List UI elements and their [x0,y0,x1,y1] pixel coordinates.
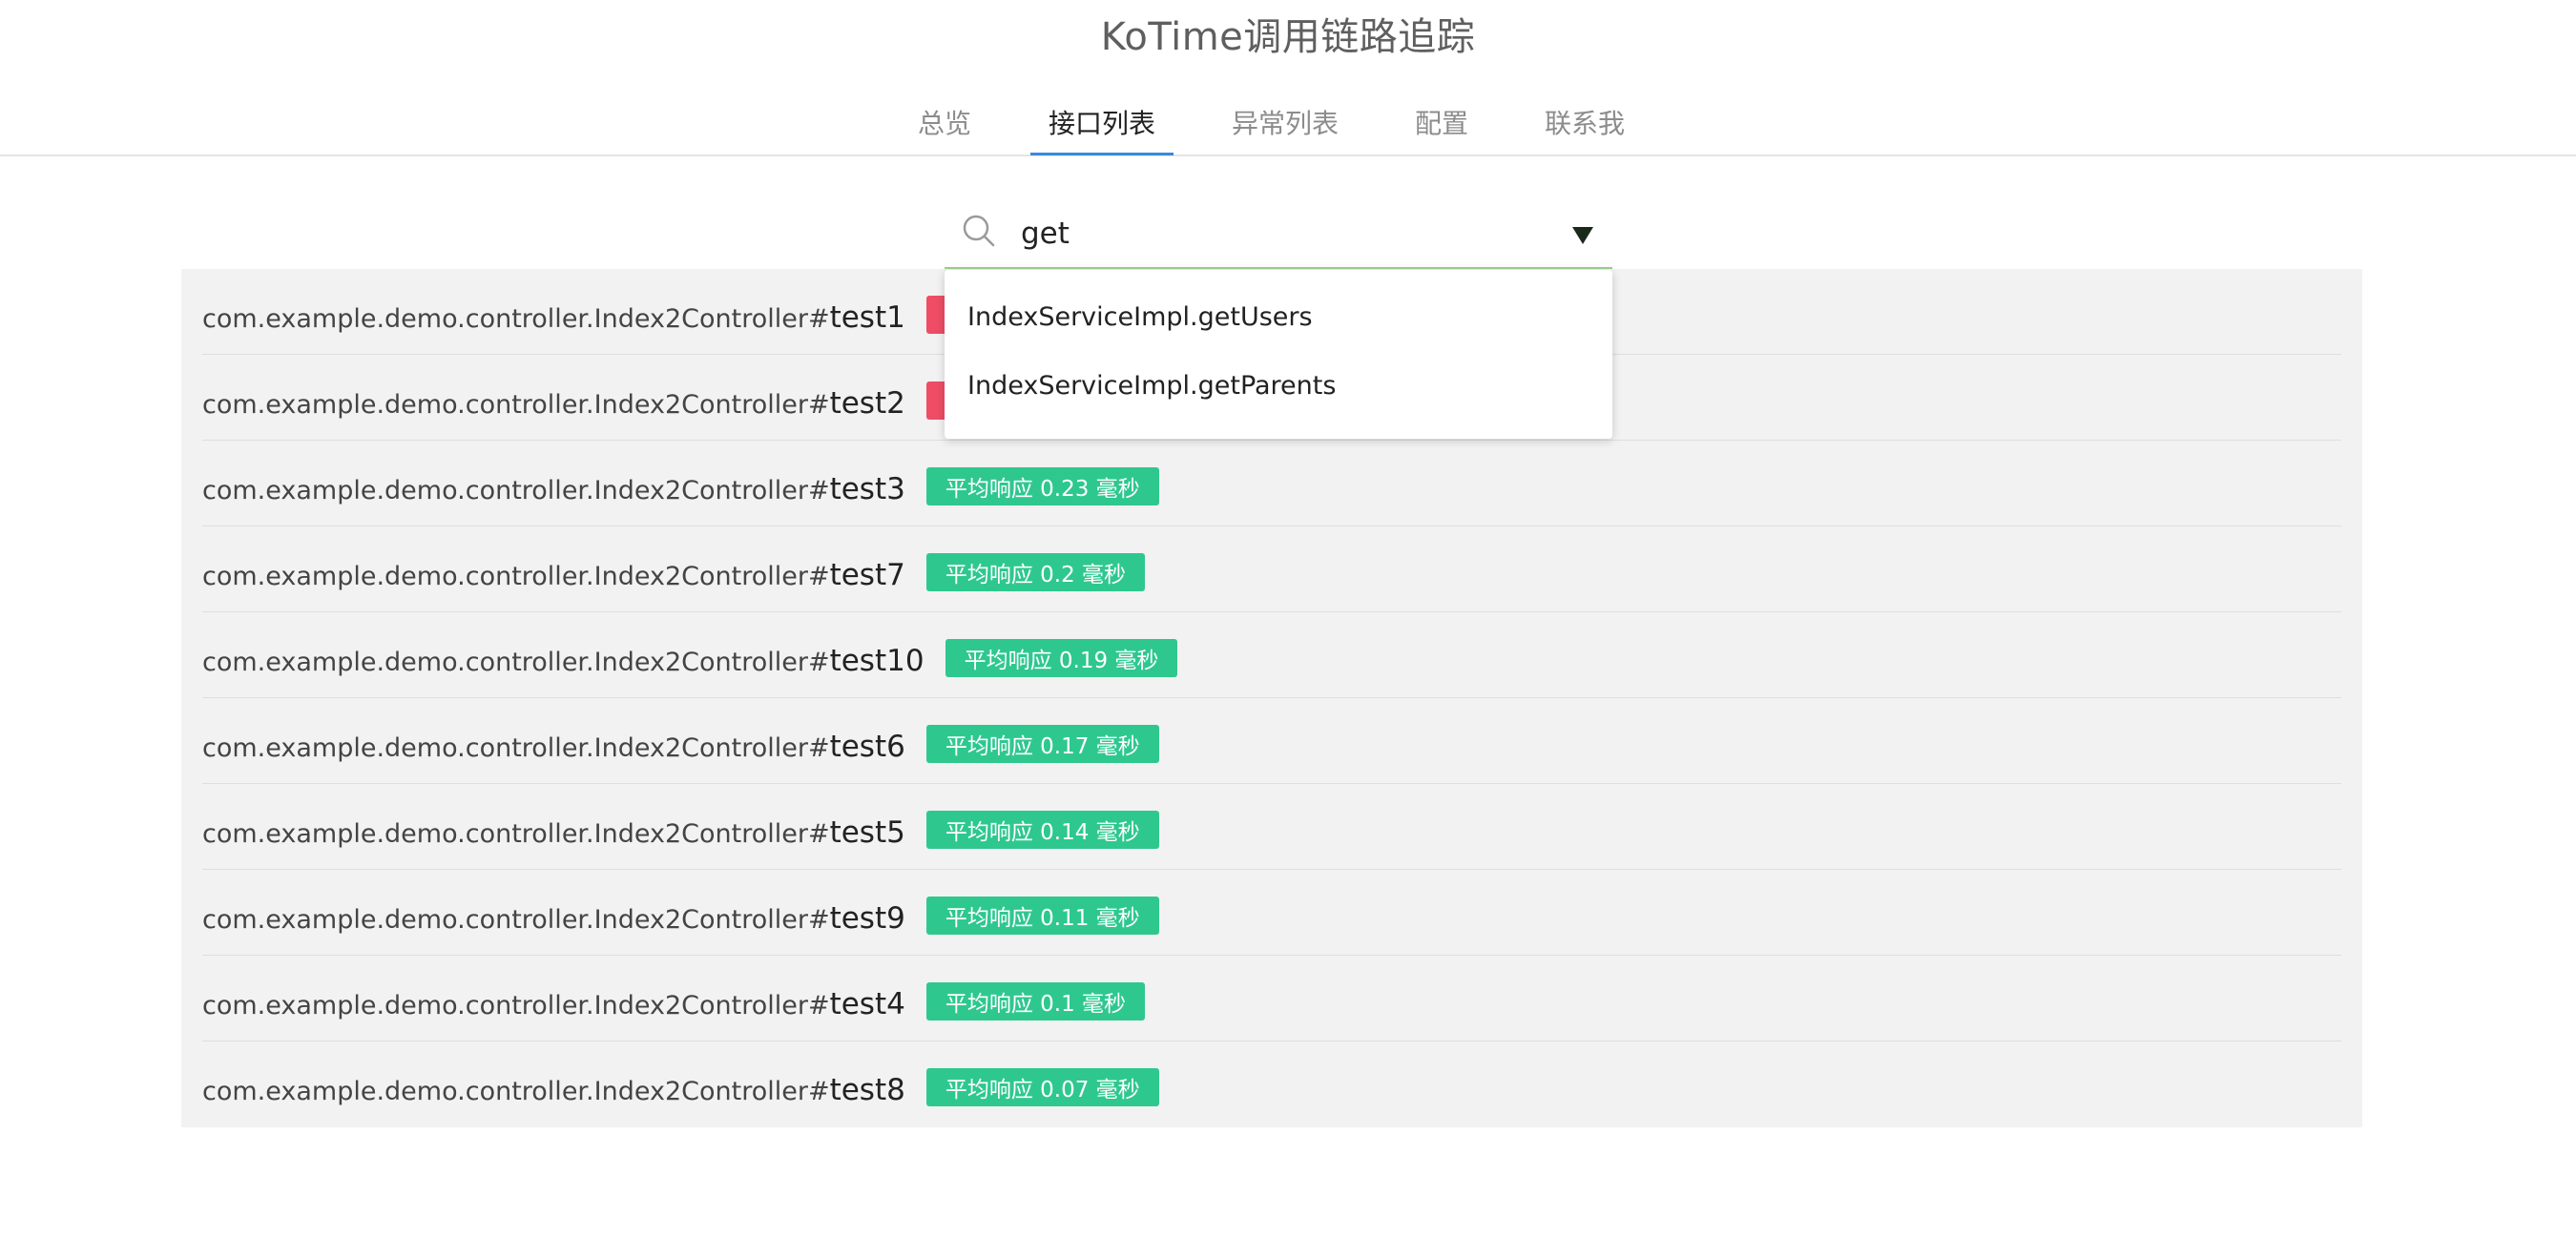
app-title: KoTime调用链路追踪 [1100,15,1476,59]
suggestion-item[interactable]: IndexServiceImpl.getParents [967,371,1336,401]
api-row[interactable]: com.example.demo.controller.Index2Contro… [202,441,2341,526]
api-class-path: com.example.demo.controller.Index2Contro… [202,390,830,420]
api-row[interactable]: com.example.demo.controller.Index2Contro… [202,784,2341,870]
search-icon [963,215,995,247]
api-row[interactable]: com.example.demo.controller.Index2Contro… [202,1041,2341,1126]
api-method-name: test4 [829,987,905,1021]
api-row-text: com.example.demo.controller.Index2Contro… [202,1068,1159,1107]
tab-exception-list[interactable]: 异常列表 [1231,105,1340,153]
api-class-path: com.example.demo.controller.Index2Contro… [202,733,830,763]
api-row-text: com.example.demo.controller.Index2Contro… [202,296,1052,335]
avg-response-badge: 平均响应 0.1 毫秒 [925,982,1146,1021]
tab-contact[interactable]: 联系我 [1544,105,1626,153]
api-class-path: com.example.demo.controller.Index2Contro… [202,476,830,505]
api-class-path: com.example.demo.controller.Index2Contro… [202,905,830,935]
api-class-path: com.example.demo.controller.Index2Contro… [202,648,830,677]
api-method-name: test1 [829,300,905,335]
api-method-name: test6 [829,730,905,764]
api-row-text: com.example.demo.controller.Index2Contro… [202,639,1178,678]
api-method-name: test9 [829,901,905,936]
tab-overview[interactable]: 总览 [918,105,971,153]
avg-response-badge: 平均响应 0.07 毫秒 [925,1068,1159,1106]
api-class-path: com.example.demo.controller.Index2Contro… [202,562,830,591]
api-row-text: com.example.demo.controller.Index2Contro… [202,553,1146,592]
avg-response-badge: 平均响应 0.14 毫秒 [925,811,1159,849]
api-row[interactable]: com.example.demo.controller.Index2Contro… [202,612,2341,698]
api-class-path: com.example.demo.controller.Index2Contro… [202,819,830,849]
api-method-name: test3 [829,472,905,506]
avg-response-badge: 平均响应 0.2 毫秒 [925,553,1146,591]
api-method-name: test2 [829,386,905,421]
suggestion-item[interactable]: IndexServiceImpl.getUsers [967,302,1313,332]
api-row-text: com.example.demo.controller.Index2Contro… [202,467,1159,506]
api-row[interactable]: com.example.demo.controller.Index2Contro… [202,870,2341,956]
api-method-name: test8 [829,1073,905,1107]
kotime-page: KoTime调用链路追踪 总览 接口列表 异常列表 配置 联系我 com.exa… [0,0,2576,1237]
api-method-name: test5 [829,815,905,850]
search-suggestions-dropdown: IndexServiceImpl.getUsers IndexServiceIm… [945,270,1612,439]
tab-config[interactable]: 配置 [1414,105,1469,153]
api-row[interactable]: com.example.demo.controller.Index2Contro… [202,956,2341,1041]
api-row-text: com.example.demo.controller.Index2Contro… [202,982,1146,1021]
api-row-text: com.example.demo.controller.Index2Contro… [202,381,1052,421]
avg-response-badge: 平均响应 0.11 毫秒 [925,897,1159,935]
api-class-path: com.example.demo.controller.Index2Contro… [202,991,830,1021]
tab-api-list[interactable]: 接口列表 [1030,105,1174,155]
api-class-path: com.example.demo.controller.Index2Contro… [202,1077,830,1106]
tab-bar: 总览 接口列表 异常列表 配置 联系我 [0,88,2576,156]
api-row-text: com.example.demo.controller.Index2Contro… [202,811,1159,850]
avg-response-badge: 平均响应 0.17 毫秒 [925,725,1159,763]
api-class-path: com.example.demo.controller.Index2Contro… [202,304,830,334]
api-row-text: com.example.demo.controller.Index2Contro… [202,725,1159,764]
avg-response-badge: 平均响应 0.23 毫秒 [925,467,1159,505]
api-row[interactable]: com.example.demo.controller.Index2Contro… [202,698,2341,784]
api-method-name: test7 [829,558,905,592]
api-row[interactable]: com.example.demo.controller.Index2Contro… [202,526,2341,612]
api-row-text: com.example.demo.controller.Index2Contro… [202,897,1159,936]
dropdown-arrow-icon[interactable] [1572,227,1593,244]
avg-response-badge: 平均响应 0.19 毫秒 [945,639,1178,677]
search-box [945,202,1612,269]
api-method-name: test10 [829,644,924,678]
search-input[interactable] [1021,212,1498,256]
